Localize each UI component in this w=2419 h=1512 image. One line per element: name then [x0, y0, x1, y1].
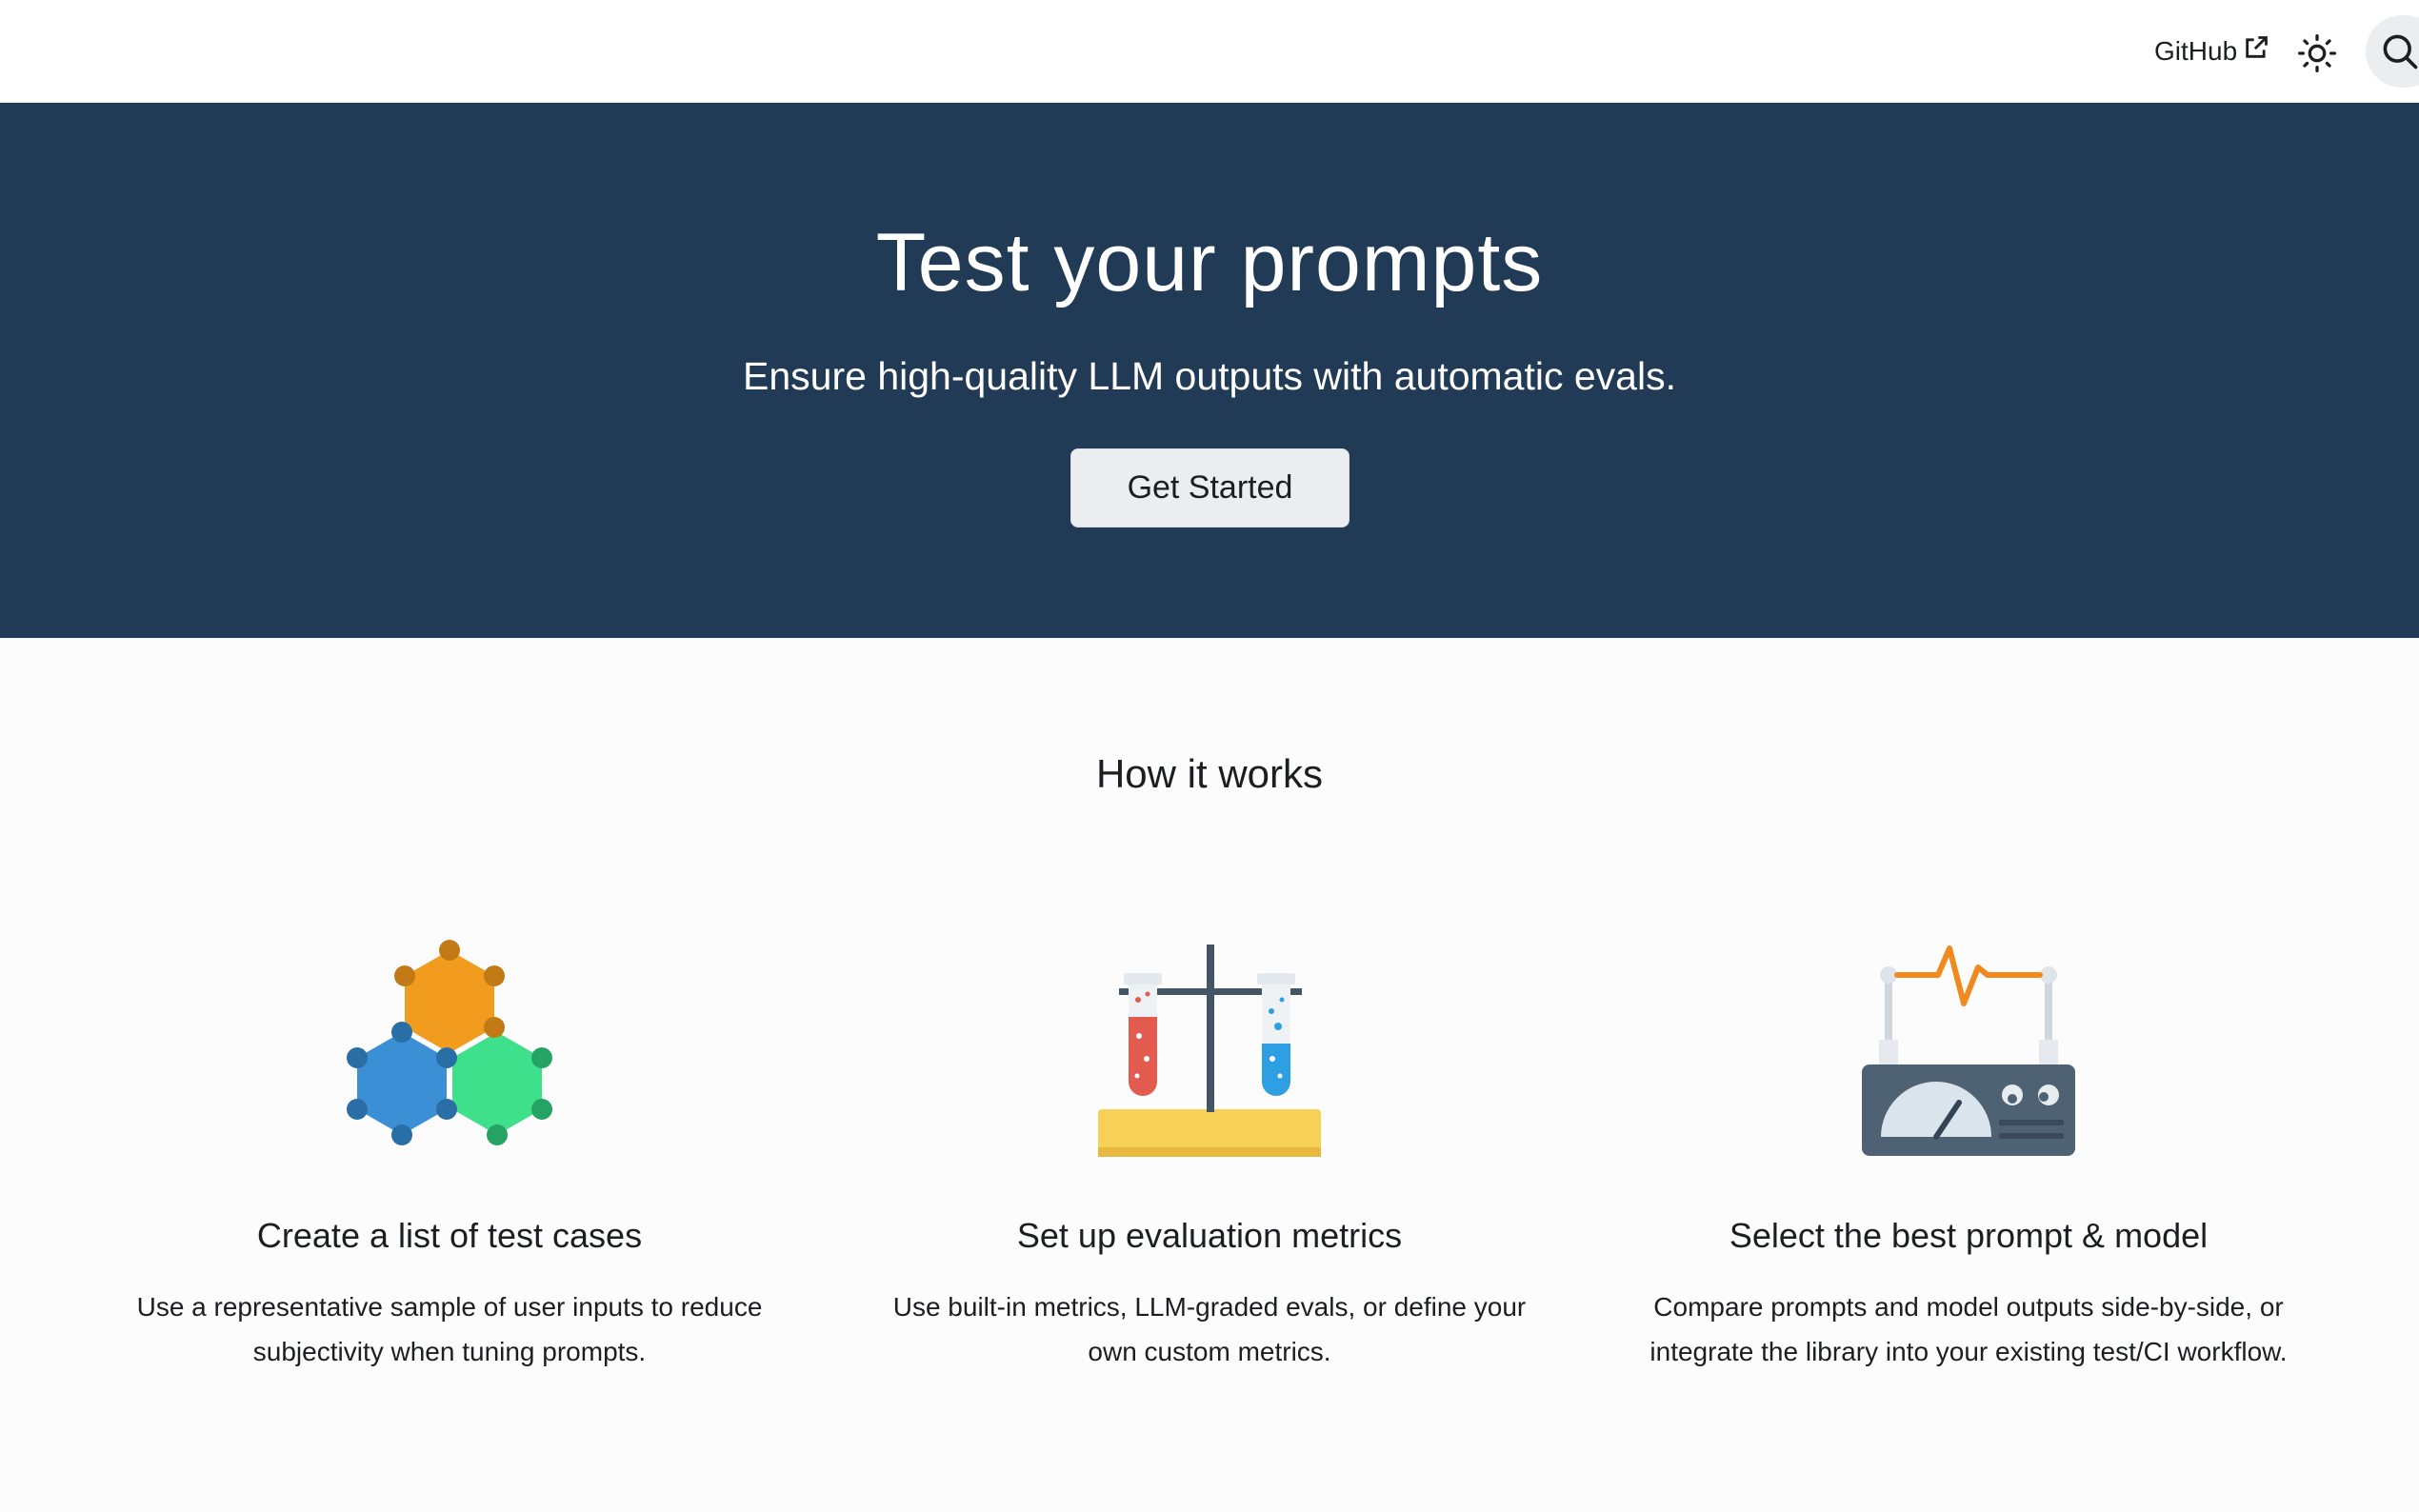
feature-illustration: [876, 928, 1543, 1166]
how-it-works-title: How it works: [1095, 751, 1324, 796]
search-icon: [2383, 34, 2418, 70]
navbar: GitHub: [0, 0, 2419, 103]
hero-banner: Test your prompts Ensure high-quality LL…: [0, 103, 2419, 638]
github-label: GitHub: [2154, 36, 2238, 66]
feature-illustration: [116, 928, 783, 1166]
theme-toggle-button[interactable]: [2290, 27, 2344, 80]
hero-title: Test your prompts: [875, 217, 1544, 308]
feature-evaluation-metrics: Set up evaluation metrics Use built-in m…: [876, 928, 1543, 1374]
github-link[interactable]: GitHub: [2154, 30, 2269, 72]
hero-subtitle: Ensure high-quality LLM outputs with aut…: [743, 354, 1676, 398]
feature-description: Compare prompts and model outputs side-b…: [1649, 1292, 2288, 1366]
feature-illustration: [1635, 928, 2302, 1166]
search-button[interactable]: [2366, 15, 2419, 88]
feature-title: Select the best prompt & model: [1729, 1216, 2209, 1255]
external-link-icon: [2246, 36, 2269, 58]
sun-icon: [2298, 34, 2336, 72]
feature-description: Use a representative sample of user inpu…: [136, 1292, 763, 1366]
molecule-icon: [347, 940, 552, 1145]
test-tubes-icon: [1098, 945, 1321, 1157]
feature-title: Set up evaluation metrics: [1016, 1216, 1403, 1255]
feature-test-cases: Create a list of test cases Use a repres…: [116, 928, 783, 1374]
feature-select-best: Select the best prompt & model Compare p…: [1635, 928, 2302, 1374]
get-started-button[interactable]: Get Started: [1070, 448, 1349, 527]
feature-description: Use built-in metrics, LLM-graded evals, …: [892, 1292, 1527, 1366]
feature-title: Create a list of test cases: [256, 1216, 643, 1255]
monitor-gauge-icon: [1862, 945, 2075, 1156]
